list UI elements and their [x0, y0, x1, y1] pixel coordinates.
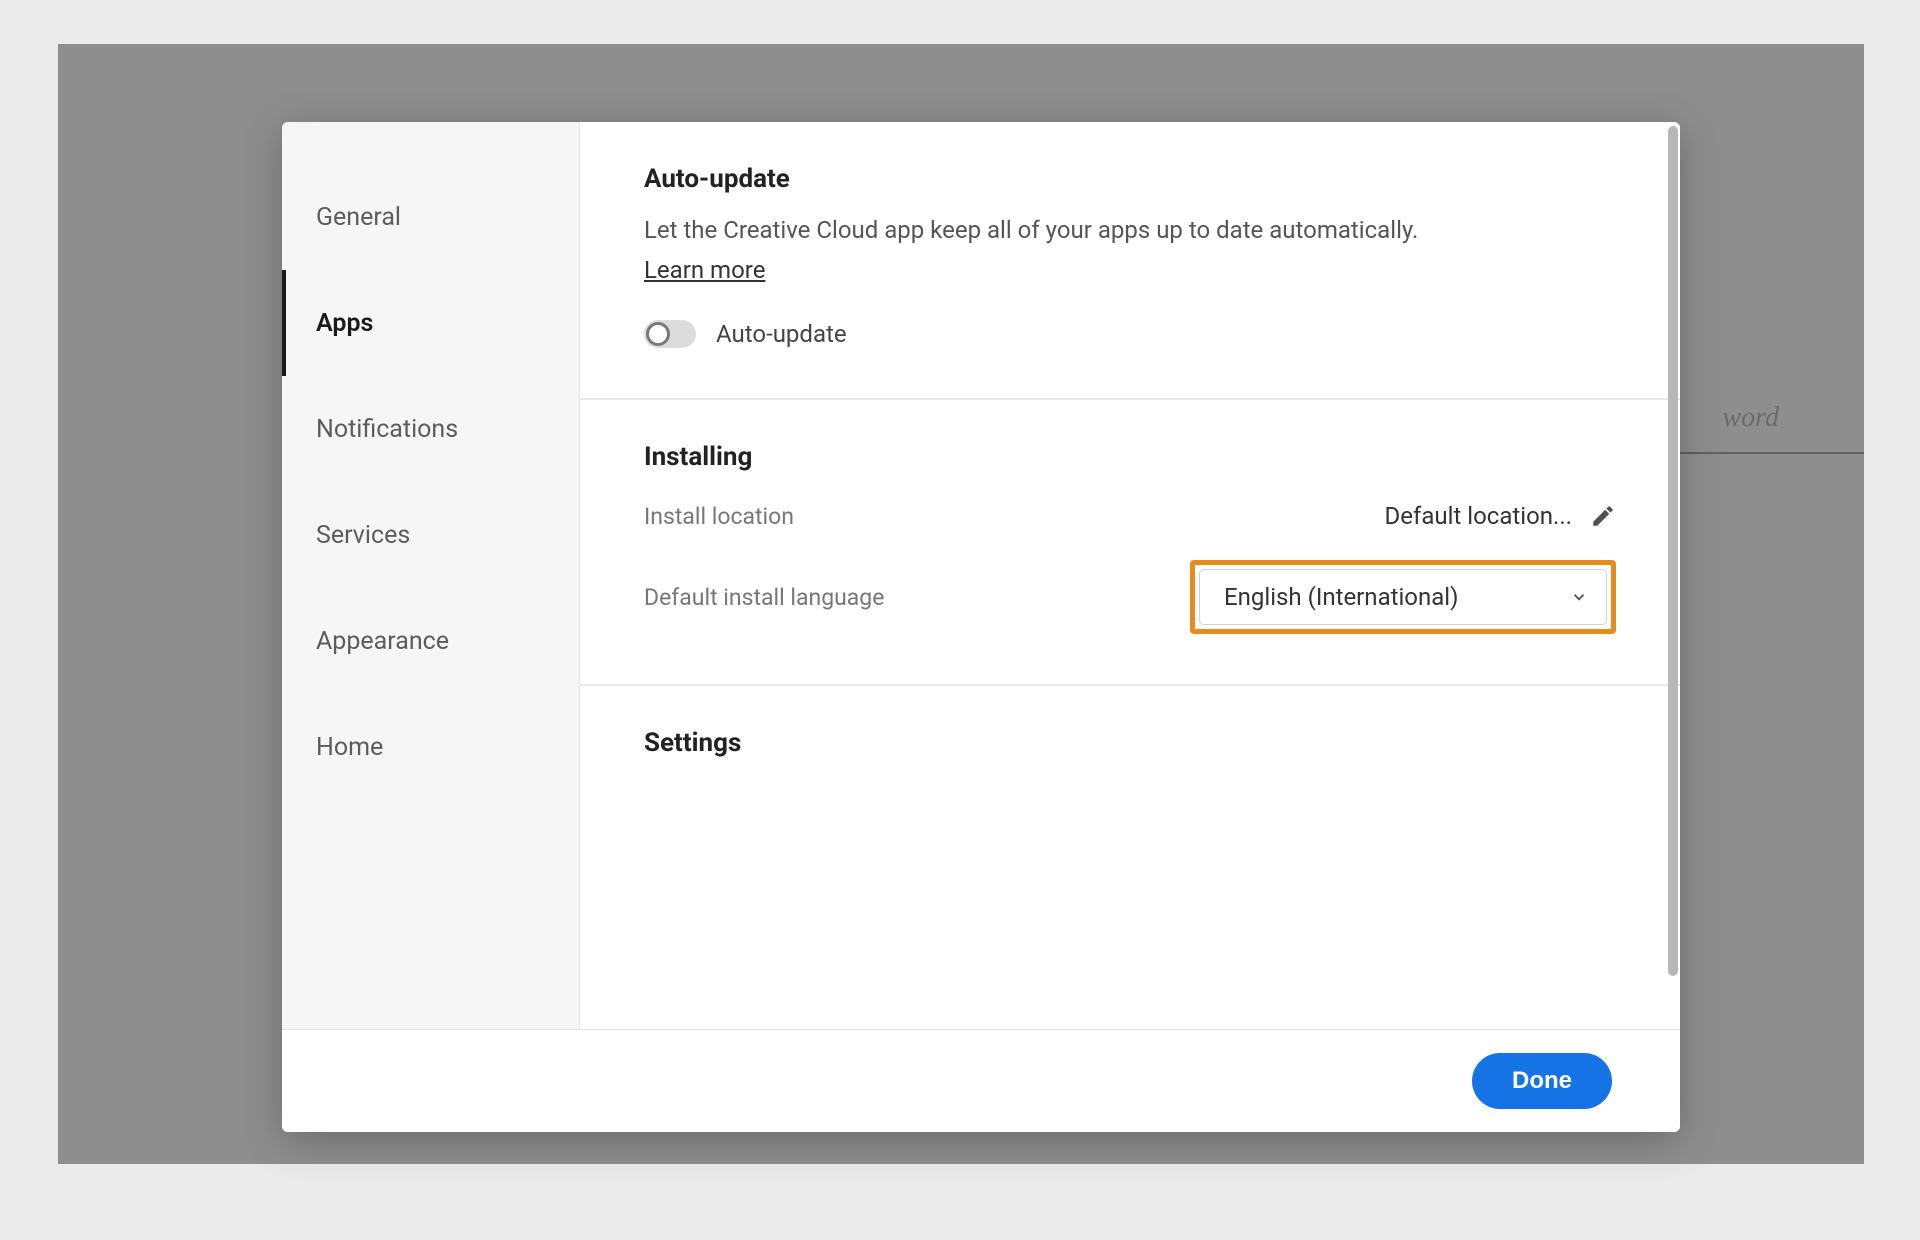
install-location-row: Install location Default location... — [644, 502, 1616, 530]
language-dropdown[interactable]: English (International) — [1199, 569, 1607, 625]
content-scroll[interactable]: Auto-update Let the Creative Cloud app k… — [580, 122, 1680, 1029]
section-settings: Settings — [580, 686, 1680, 1029]
preferences-dialog: General Apps Notifications Services Appe… — [282, 122, 1680, 1132]
section-installing: Installing Install location Default loca… — [580, 400, 1680, 686]
learn-more-link[interactable]: Learn more — [644, 256, 765, 284]
sidebar-item-apps[interactable]: Apps — [282, 270, 579, 376]
background-window: word General Apps Notifications Services… — [58, 44, 1864, 1164]
language-dropdown-value: English (International) — [1224, 583, 1459, 611]
installing-heading: Installing — [644, 442, 1616, 472]
sidebar-item-appearance[interactable]: Appearance — [282, 588, 579, 694]
content-area: Auto-update Let the Creative Cloud app k… — [580, 122, 1680, 1029]
auto-update-description: Let the Creative Cloud app keep all of y… — [644, 212, 1616, 248]
toggle-knob — [646, 322, 670, 346]
sidebar-item-label: Apps — [316, 309, 373, 338]
sidebar-item-label: Notifications — [316, 415, 458, 444]
sidebar: General Apps Notifications Services Appe… — [282, 122, 580, 1029]
install-location-right: Default location... — [1385, 502, 1617, 530]
sidebar-item-services[interactable]: Services — [282, 482, 579, 588]
install-language-row: Default install language English (Intern… — [644, 560, 1616, 634]
pencil-icon[interactable] — [1590, 503, 1616, 529]
dialog-body: General Apps Notifications Services Appe… — [282, 122, 1680, 1030]
settings-heading: Settings — [644, 728, 1616, 758]
auto-update-toggle[interactable] — [644, 320, 696, 348]
auto-update-toggle-row: Auto-update — [644, 320, 1616, 348]
background-hint-text: word — [1722, 402, 1779, 434]
install-location-value: Default location... — [1385, 502, 1573, 530]
install-location-label: Install location — [644, 503, 794, 530]
done-button[interactable]: Done — [1472, 1053, 1612, 1109]
auto-update-toggle-label: Auto-update — [716, 320, 847, 348]
sidebar-item-notifications[interactable]: Notifications — [282, 376, 579, 482]
sidebar-item-general[interactable]: General — [282, 164, 579, 270]
install-language-label: Default install language — [644, 584, 884, 611]
auto-update-heading: Auto-update — [644, 164, 1616, 194]
content-scrollbar[interactable] — [1668, 126, 1678, 976]
dialog-footer: Done — [282, 1030, 1680, 1132]
language-dropdown-highlight: English (International) — [1190, 560, 1616, 634]
section-auto-update: Auto-update Let the Creative Cloud app k… — [580, 122, 1680, 400]
sidebar-item-home[interactable]: Home — [282, 694, 579, 800]
sidebar-item-label: Services — [316, 521, 410, 550]
sidebar-item-label: General — [316, 203, 401, 232]
sidebar-item-label: Home — [316, 733, 383, 762]
sidebar-item-label: Appearance — [316, 627, 449, 656]
chevron-down-icon — [1570, 588, 1588, 606]
